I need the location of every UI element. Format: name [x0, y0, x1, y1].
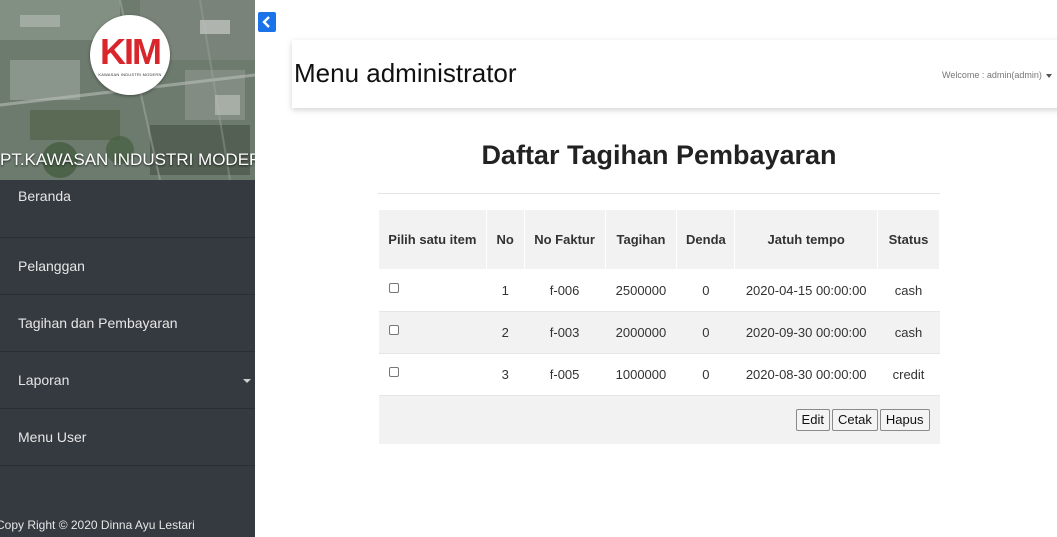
- sidebar-item-label: Laporan: [18, 372, 70, 388]
- page-header-title: Menu administrator: [294, 58, 517, 88]
- cell-tagihan: 2500000: [605, 269, 677, 312]
- delete-button[interactable]: Hapus: [879, 408, 930, 431]
- cell-jatuh-tempo: 2020-08-30 00:00:00: [734, 353, 878, 396]
- company-logo: KIM KAWASAN INDUSTRI MODERN: [90, 15, 170, 95]
- table-row: 1 f-006 2500000 0 2020-04-15 00:00:00 ca…: [378, 269, 940, 312]
- row-checkbox[interactable]: [388, 282, 399, 293]
- sidebar-item-label: Beranda: [18, 188, 71, 204]
- actions-cell: Edit Cetak Hapus: [378, 395, 940, 444]
- table-actions-row: Edit Cetak Hapus: [378, 395, 940, 444]
- cell-no: 2: [486, 311, 525, 354]
- sidebar: KIM KAWASAN INDUSTRI MODERN PT.KAWASAN I…: [0, 0, 255, 537]
- cell-faktur: f-005: [524, 353, 605, 396]
- cell-status: credit: [877, 353, 940, 396]
- company-name: PT.KAWASAN INDUSTRI MODERN: [0, 150, 255, 169]
- select-cell: [378, 311, 487, 354]
- column-header-no-faktur: No Faktur: [523, 209, 606, 270]
- cell-jatuh-tempo: 2020-09-30 00:00:00: [734, 311, 878, 354]
- column-header-status: Status: [877, 209, 940, 270]
- cell-no: 3: [486, 353, 525, 396]
- edit-button[interactable]: Edit: [795, 408, 830, 431]
- cell-tagihan: 1000000: [605, 353, 677, 396]
- print-button[interactable]: Cetak: [831, 408, 878, 431]
- page: KIM KAWASAN INDUSTRI MODERN PT.KAWASAN I…: [0, 0, 1057, 537]
- sidebar-item-pelanggan[interactable]: Pelanggan: [0, 238, 255, 295]
- sidebar-footer: Copy Right © 2020 Dinna Ayu Lestari: [0, 518, 255, 532]
- sidebar-item-beranda[interactable]: Beranda: [0, 181, 255, 238]
- cell-denda: 0: [676, 311, 735, 354]
- bills-table: Pilih satu item No No Faktur Tagihan Den…: [378, 209, 940, 444]
- sidebar-header: KIM KAWASAN INDUSTRI MODERN PT.KAWASAN I…: [0, 0, 255, 180]
- cell-status: cash: [877, 311, 940, 354]
- column-header-no: No: [485, 209, 525, 270]
- logo-subtext: KAWASAN INDUSTRI MODERN: [98, 71, 162, 77]
- select-cell: [378, 269, 487, 312]
- user-menu[interactable]: Welcome : admin(admin): [942, 70, 1052, 80]
- logo-mark: KIM: [100, 30, 162, 72]
- chevron-left-icon: [262, 16, 270, 28]
- table-header-row: Pilih satu item No No Faktur Tagihan Den…: [378, 209, 940, 270]
- caret-down-icon: [243, 379, 251, 383]
- table-row: 3 f-005 1000000 0 2020-08-30 00:00:00 cr…: [378, 353, 940, 396]
- column-header-select: Pilih satu item: [378, 209, 487, 270]
- top-bar: Menu administrator Welcome : admin(admin…: [292, 40, 1057, 108]
- sidebar-item-label: Pelanggan: [18, 258, 85, 274]
- welcome-text: Welcome : admin(admin): [942, 70, 1042, 80]
- caret-down-icon: [1045, 73, 1052, 78]
- sidebar-item-label: Menu User: [18, 429, 87, 445]
- select-cell: [378, 353, 487, 396]
- sidebar-item-label: Tagihan dan Pembayaran: [18, 315, 178, 331]
- cell-jatuh-tempo: 2020-04-15 00:00:00: [734, 269, 878, 312]
- row-checkbox[interactable]: [388, 324, 399, 335]
- column-header-denda: Denda: [676, 209, 736, 270]
- page-title: Daftar Tagihan Pembayaran: [481, 140, 837, 170]
- cell-tagihan: 2000000: [605, 311, 677, 354]
- copyright-text: Copy Right © 2020 Dinna Ayu Lestari: [0, 518, 195, 532]
- sidebar-item-menu-user[interactable]: Menu User: [0, 409, 255, 466]
- cell-faktur: f-003: [524, 311, 605, 354]
- sidebar-collapse-button[interactable]: [258, 12, 276, 32]
- row-checkbox[interactable]: [388, 366, 399, 377]
- table-row: 2 f-003 2000000 0 2020-09-30 00:00:00 ca…: [378, 311, 940, 354]
- sidebar-item-laporan[interactable]: Laporan: [0, 352, 255, 409]
- column-header-tagihan: Tagihan: [604, 209, 678, 270]
- cell-no: 1: [486, 269, 525, 312]
- cell-status: cash: [877, 269, 940, 312]
- cell-denda: 0: [676, 353, 735, 396]
- column-header-jatuh-tempo: Jatuh tempo: [734, 209, 879, 270]
- sidebar-nav: Beranda Pelanggan Tagihan dan Pembayaran…: [0, 181, 255, 466]
- divider: [378, 193, 940, 194]
- cell-faktur: f-006: [524, 269, 605, 312]
- sidebar-item-tagihan-pembayaran[interactable]: Tagihan dan Pembayaran: [0, 295, 255, 352]
- cell-denda: 0: [676, 269, 735, 312]
